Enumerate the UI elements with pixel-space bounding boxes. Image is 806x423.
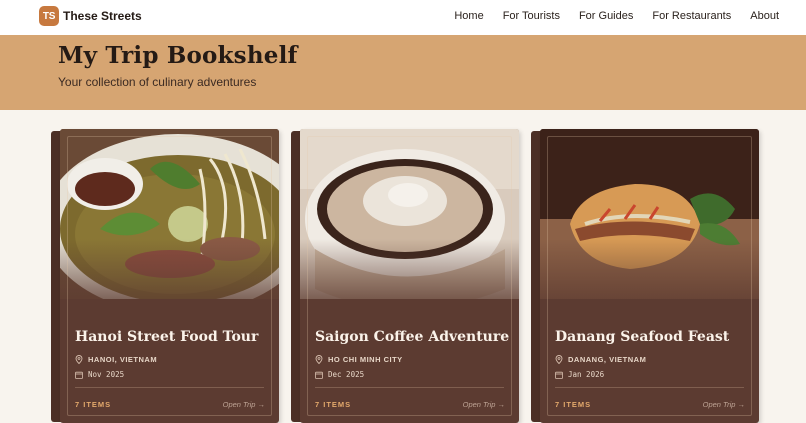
brand-name[interactable]: These Streets — [63, 9, 142, 23]
image-fade — [300, 239, 519, 319]
trip-cover[interactable]: Hanoi Street Food Tour HANOI, VIETNAM No… — [60, 129, 279, 423]
logo-icon[interactable]: TS — [39, 6, 59, 26]
trip-location: HO CHI MINH CITY — [315, 355, 403, 364]
location-pin-icon — [315, 355, 323, 364]
card-divider — [555, 387, 744, 388]
image-fade — [60, 239, 279, 319]
open-trip-link[interactable]: Open Trip → — [703, 400, 745, 409]
trip-title: Saigon Coffee Adventure — [315, 329, 510, 345]
open-trip-link[interactable]: Open Trip → — [463, 400, 505, 409]
hero-banner: My Trip Bookshelf Your collection of cul… — [0, 35, 806, 110]
trip-card-saigon[interactable]: Saigon Coffee Adventure HO CHI MINH CITY… — [291, 129, 519, 423]
nav-link-tourists[interactable]: For Tourists — [503, 10, 560, 22]
item-count: 7 ITEMS — [75, 400, 112, 409]
calendar-icon — [75, 371, 83, 379]
page-title: My Trip Bookshelf — [58, 42, 298, 69]
trip-location: DANANG, VIETNAM — [555, 355, 646, 364]
trip-title: Danang Seafood Feast — [555, 329, 730, 345]
card-divider — [315, 387, 504, 388]
trip-date: Dec 2025 — [315, 370, 364, 379]
trip-date: Nov 2025 — [75, 370, 124, 379]
calendar-icon — [555, 371, 563, 379]
trip-location: HANOI, VIETNAM — [75, 355, 157, 364]
card-divider — [75, 387, 264, 388]
image-fade — [540, 239, 759, 319]
nav-link-restaurants[interactable]: For Restaurants — [652, 10, 731, 22]
nav-link-home[interactable]: Home — [454, 10, 483, 22]
trip-cover[interactable]: Danang Seafood Feast DANANG, VIETNAM Jan… — [540, 129, 759, 423]
location-text: HO CHI MINH CITY — [328, 355, 403, 364]
nav-link-about[interactable]: About — [750, 10, 779, 22]
item-count: 7 ITEMS — [315, 400, 352, 409]
trip-title: Hanoi Street Food Tour — [75, 329, 259, 345]
trip-date: Jan 2026 — [555, 370, 604, 379]
trip-card-danang[interactable]: Danang Seafood Feast DANANG, VIETNAM Jan… — [531, 129, 759, 423]
date-text: Dec 2025 — [328, 370, 365, 379]
location-text: DANANG, VIETNAM — [568, 355, 647, 364]
page-subtitle: Your collection of culinary adventures — [58, 75, 257, 89]
nav-links: Home For Tourists For Guides For Restaur… — [435, 10, 779, 22]
date-text: Nov 2025 — [88, 370, 125, 379]
location-pin-icon — [555, 355, 563, 364]
top-navigation: TS These Streets Home For Tourists For G… — [0, 0, 806, 35]
date-text: Jan 2026 — [568, 370, 605, 379]
trip-cover[interactable]: Saigon Coffee Adventure HO CHI MINH CITY… — [300, 129, 519, 423]
open-trip-link[interactable]: Open Trip → — [223, 400, 265, 409]
location-pin-icon — [75, 355, 83, 364]
item-count: 7 ITEMS — [555, 400, 592, 409]
location-text: HANOI, VIETNAM — [88, 355, 158, 364]
trip-card-hanoi[interactable]: Hanoi Street Food Tour HANOI, VIETNAM No… — [51, 129, 279, 423]
calendar-icon — [315, 371, 323, 379]
nav-link-guides[interactable]: For Guides — [579, 10, 633, 22]
